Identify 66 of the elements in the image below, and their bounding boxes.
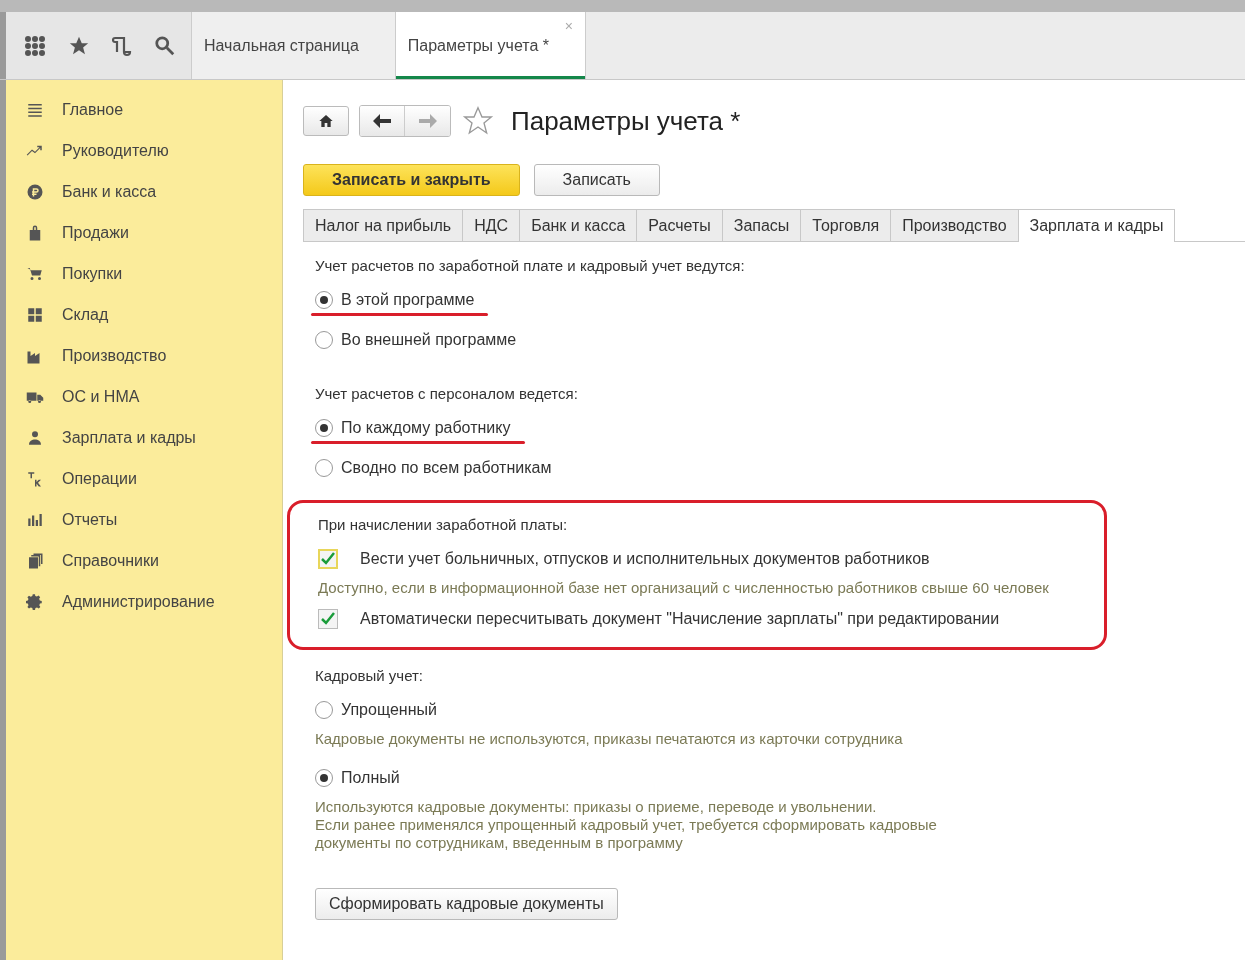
radio-button[interactable]	[315, 291, 333, 309]
tab-label: Параметры учета *	[407, 36, 549, 55]
gear-icon	[26, 592, 44, 611]
form-tab[interactable]: Запасы	[722, 209, 802, 241]
form-tab[interactable]: Налог на прибыль	[303, 209, 464, 241]
sidebar-item[interactable]: Главное	[62, 100, 124, 119]
section-label: Учет расчетов с персоналом ведется:	[315, 383, 579, 404]
radio-label[interactable]: В этой программе	[341, 291, 475, 309]
checkbox-label[interactable]: Автоматически пересчитывать документ "Начисление зарплаты" при редактировании	[360, 610, 1000, 628]
sidebar-item[interactable]: Производство	[62, 346, 167, 365]
radio-button[interactable]	[315, 459, 333, 477]
sidebar-item[interactable]: Продажи	[62, 223, 129, 242]
radio-button[interactable]	[315, 331, 333, 349]
scroll-icon[interactable]	[112, 34, 132, 57]
home-button[interactable]	[303, 106, 349, 136]
form-tab[interactable]: Расчеты	[637, 209, 723, 241]
page-tab[interactable]: Параметры учета * ×	[395, 12, 586, 79]
radio-label[interactable]: Сводно по всем работникам	[341, 459, 552, 477]
sidebar-item[interactable]: Банк и касса	[62, 182, 157, 201]
sidebar-item[interactable]: Склад	[62, 305, 109, 324]
sidebar-item[interactable]: Покупки	[62, 264, 123, 283]
back-button[interactable]	[360, 106, 405, 136]
sidebar-item[interactable]: Зарплата и кадры	[62, 428, 196, 447]
right-arrow-icon	[418, 114, 437, 128]
checkbox[interactable]	[318, 609, 338, 629]
form-tab[interactable]: Производство	[891, 209, 1019, 241]
left-arrow-icon	[373, 114, 391, 128]
ledger-icon	[26, 469, 44, 488]
radio-button[interactable]	[315, 769, 333, 787]
section-label: При начислении заработной платы:	[318, 514, 569, 535]
form-tab[interactable]: НДС	[463, 209, 521, 241]
sidebar-item[interactable]: Администрирование	[62, 592, 215, 611]
ruble-icon	[26, 182, 44, 201]
hint-text: Кадровые документы не используются, приказы печатаются из карточки сотрудника	[315, 730, 904, 748]
sidebar-item[interactable]: Операции	[62, 469, 137, 488]
radio-label[interactable]: По каждому работнику	[341, 419, 511, 437]
hint-text: Используются кадровые документы: приказы о приеме, переводе и увольнении. Если ранее применялся упрощенный кадровый учет, требуется сформировать кадровые документы по сотрудникам, введенным в программу	[315, 798, 938, 852]
star-icon[interactable]	[461, 105, 495, 137]
form-title: Параметры учета *	[511, 105, 741, 137]
form-tab[interactable]: Банк и касса	[520, 209, 638, 241]
person-icon	[26, 428, 44, 447]
checkbox[interactable]	[318, 549, 338, 569]
form-tab[interactable]: Торговля	[801, 209, 892, 241]
generate-documents-button[interactable]: Сформировать кадровые документы	[315, 888, 618, 920]
radio-button[interactable]	[315, 701, 333, 719]
sidebar-item[interactable]: Отчеты	[62, 510, 118, 529]
section-label: Кадровый учет:	[315, 665, 424, 686]
form-tab[interactable]: Зарплата и кадры	[1018, 209, 1176, 242]
section-label: Учет расчетов по заработной плате и кадровый учет ведутся:	[315, 255, 746, 276]
apps-grid-icon[interactable]	[24, 34, 46, 57]
checkbox-label[interactable]: Вести учет больничных, отпусков и исполнительных документов работников	[360, 550, 930, 568]
hint-text: Доступно, если в информационной базе нет организаций с численностью работников свыше 60 человек	[318, 579, 1050, 597]
radio-label[interactable]: Упрощенный	[341, 701, 437, 719]
home-icon	[318, 113, 334, 129]
radio-label[interactable]: Во внешней программе	[341, 331, 517, 349]
sidebar-item[interactable]: Справочники	[62, 551, 159, 570]
radio-label[interactable]: Полный	[341, 769, 400, 787]
documents-icon	[26, 551, 44, 570]
sidebar-item[interactable]: ОС и НМА	[62, 387, 140, 406]
tab-label: Начальная страница	[204, 36, 359, 55]
grid-icon	[26, 305, 44, 324]
sidebar-item[interactable]: Руководителю	[62, 141, 169, 160]
search-icon[interactable]	[154, 34, 176, 57]
save-button[interactable]: Записать	[533, 164, 660, 196]
save-and-close-button[interactable]: Записать и закрыть	[303, 164, 520, 196]
radio-button[interactable]	[315, 419, 333, 437]
